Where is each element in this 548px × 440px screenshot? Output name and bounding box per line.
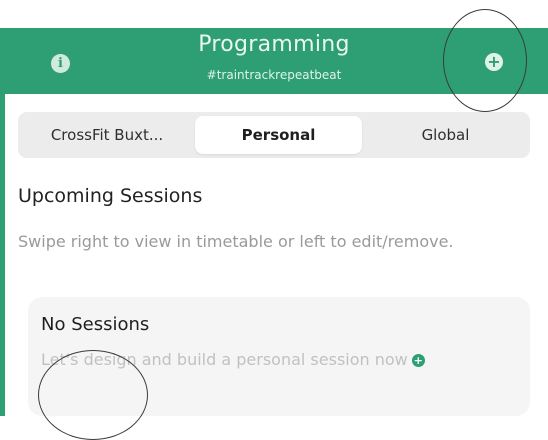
accent-left-bar (0, 94, 5, 416)
tab-global[interactable]: Global (365, 116, 526, 154)
tab-crossfit-buxton[interactable]: CrossFit Buxt... (22, 116, 192, 154)
info-icon[interactable]: i (51, 54, 70, 73)
section-description: Swipe right to view in timetable or left… (18, 232, 454, 251)
empty-state-title: No Sessions (41, 314, 150, 335)
highlight-circle-annotation-bottom (38, 350, 148, 440)
tab-personal[interactable]: Personal (195, 116, 362, 154)
section-title-upcoming-sessions: Upcoming Sessions (18, 185, 203, 207)
plus-circle-icon[interactable]: + (411, 354, 425, 367)
highlight-circle-annotation (443, 9, 527, 112)
segmented-tabs: CrossFit Buxt... Personal Global (18, 112, 530, 158)
